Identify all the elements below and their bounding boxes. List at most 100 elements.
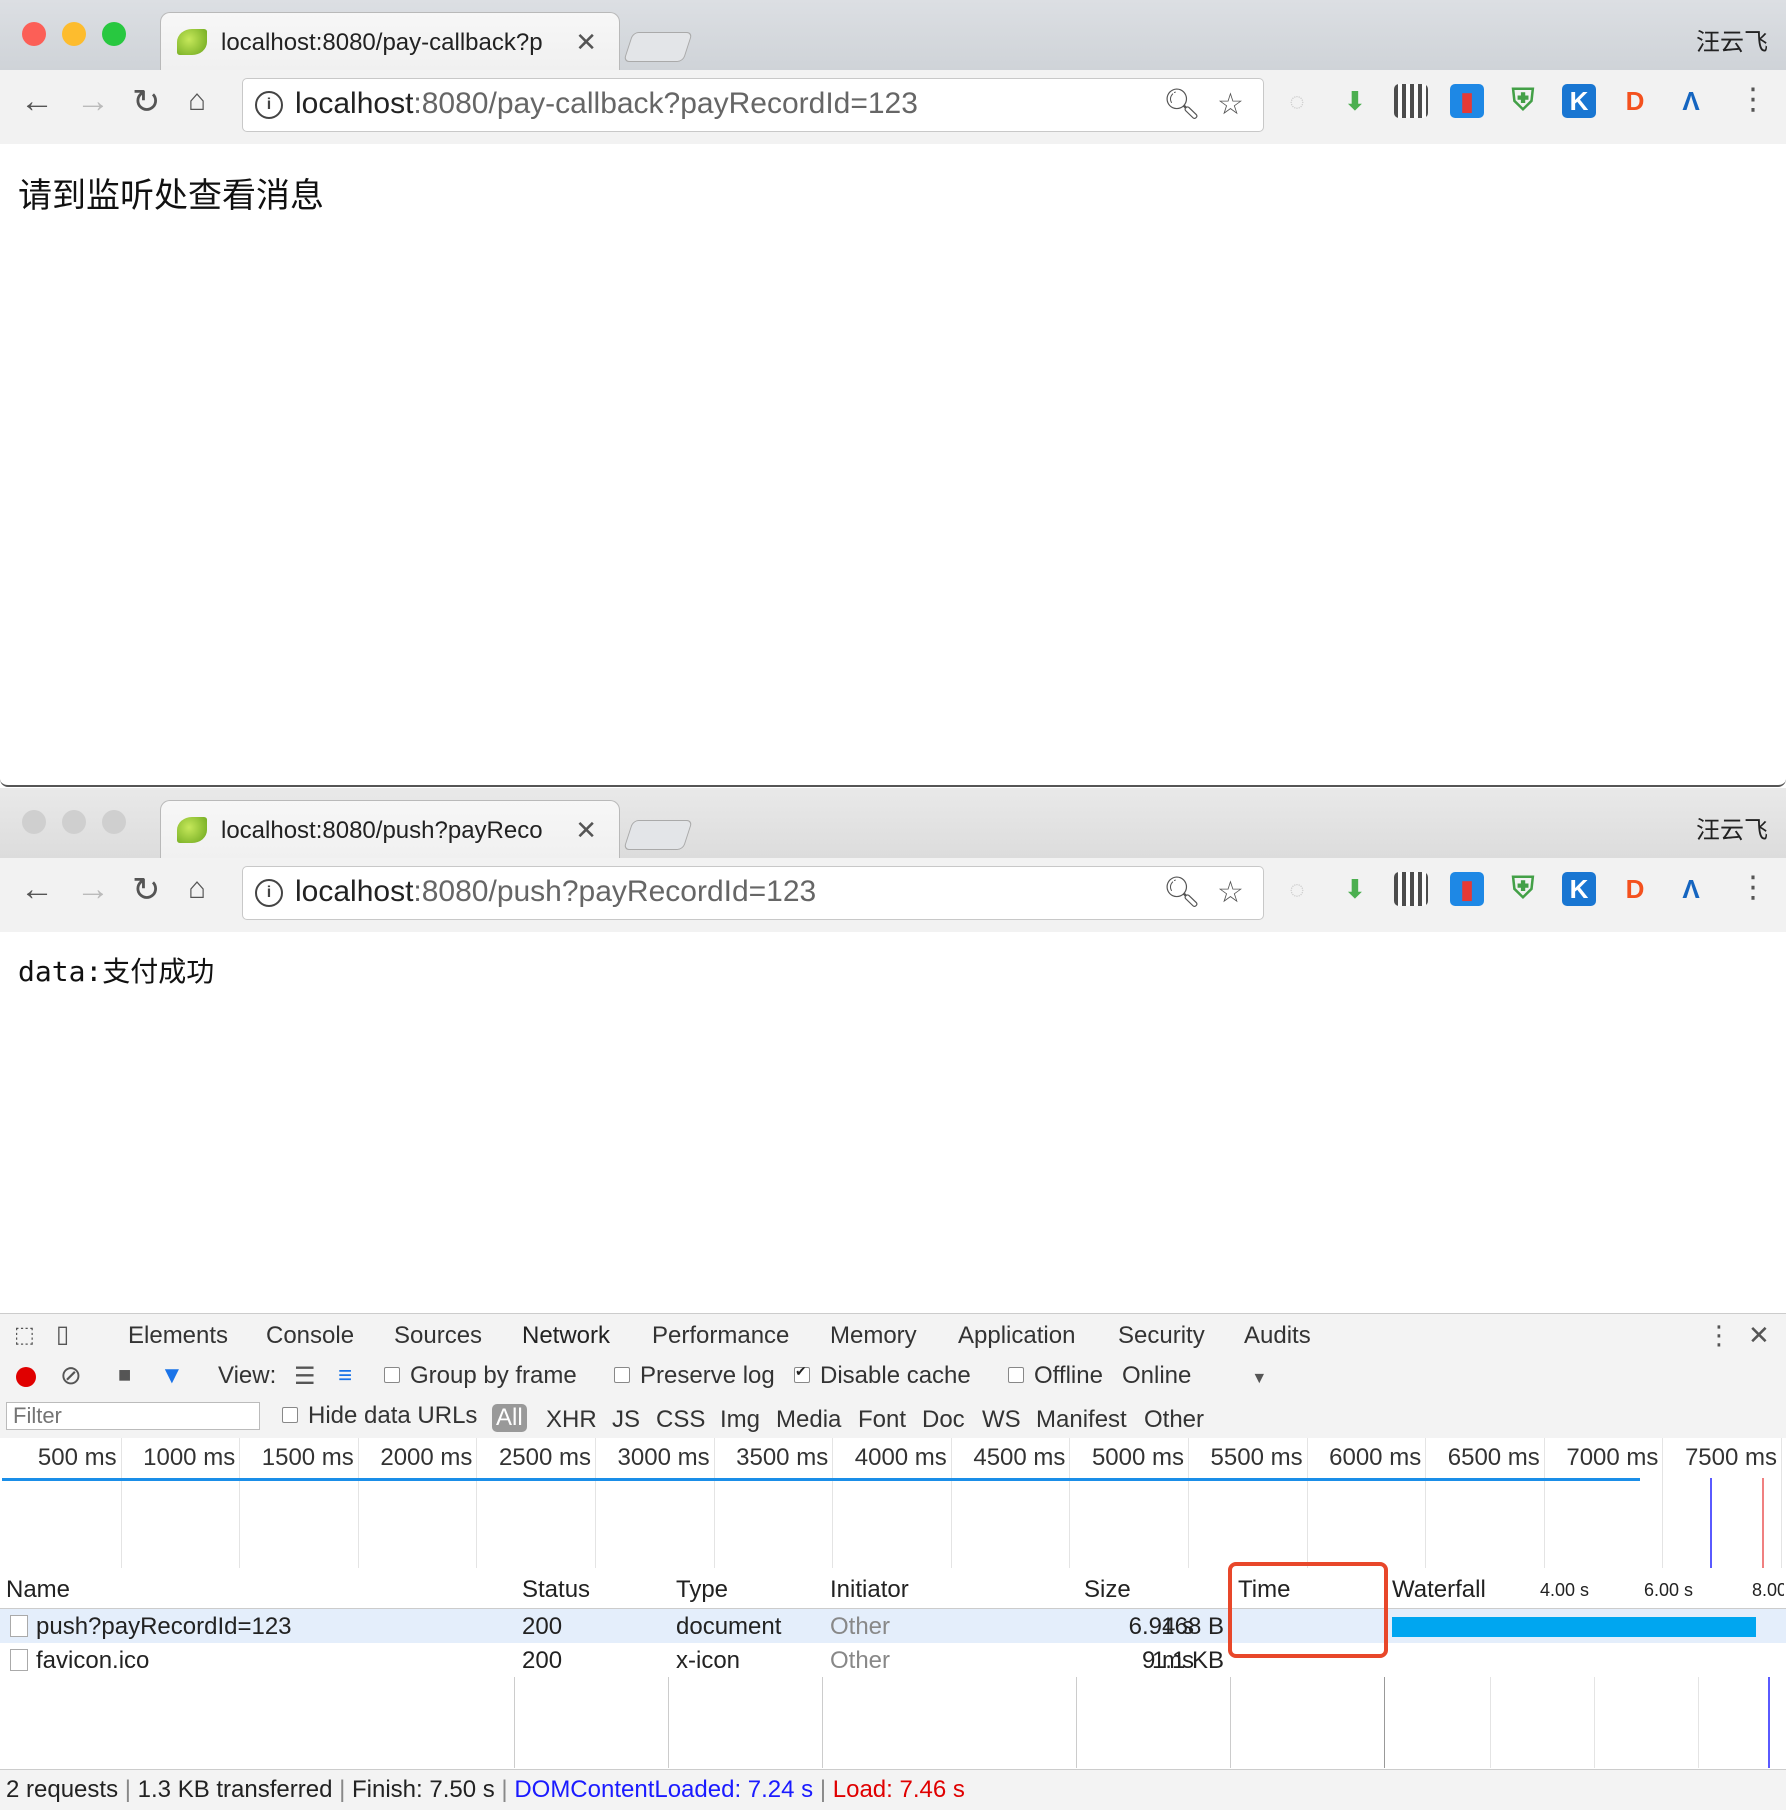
browser-tab[interactable]: localhost:8080/push?payReco ✕ (160, 800, 620, 859)
close-window-button[interactable] (22, 810, 46, 834)
column-size[interactable]: Size (1084, 1576, 1131, 1604)
tab-elements[interactable]: Elements (128, 1322, 228, 1350)
hide-data-urls-checkbox[interactable]: Hide data URLs (282, 1402, 477, 1430)
forward-icon[interactable]: → (76, 82, 110, 121)
reload-icon[interactable]: ↻ (132, 870, 161, 910)
d-extension-icon[interactable]: D (1618, 84, 1652, 118)
back-icon[interactable]: ← (20, 870, 54, 909)
group-by-frame-checkbox[interactable]: Group by frame (384, 1362, 577, 1390)
maximize-window-button[interactable] (102, 22, 126, 46)
close-tab-icon[interactable]: ✕ (575, 815, 597, 846)
minimize-window-button[interactable] (62, 810, 86, 834)
filter-type-all[interactable]: All (492, 1404, 527, 1432)
tab-security[interactable]: Security (1118, 1322, 1205, 1350)
extension-swirl-icon[interactable]: ◌ (1280, 872, 1314, 906)
disable-cache-checkbox[interactable]: Disable cache (794, 1362, 971, 1390)
menu-icon[interactable]: ⋮ (1738, 82, 1768, 117)
address-bar[interactable]: i localhost:8080/pay-callback?payRecordI… (242, 78, 1264, 132)
tab-network[interactable]: Network (504, 1322, 629, 1359)
device-toolbar-icon[interactable]: ▯ (56, 1320, 69, 1349)
extension-swirl-icon[interactable]: ◌ (1280, 84, 1314, 118)
capture-screenshots-icon[interactable]: ■ (118, 1362, 131, 1388)
url-text[interactable]: localhost:8080/push?payRecordId=123 (295, 875, 816, 909)
star-icon[interactable]: ☆ (1217, 875, 1244, 910)
filter-type-css[interactable]: CSS (656, 1406, 705, 1434)
star-icon[interactable]: ☆ (1217, 87, 1244, 122)
column-waterfall[interactable]: Waterfall (1392, 1576, 1486, 1604)
request-name[interactable]: push?payRecordId=123 (36, 1613, 292, 1641)
maximize-window-button[interactable] (102, 810, 126, 834)
home-icon[interactable]: ⌂ (188, 872, 206, 906)
info-icon[interactable]: i (255, 879, 283, 907)
new-tab-button[interactable] (623, 32, 693, 62)
filter-type-other[interactable]: Other (1144, 1406, 1204, 1434)
table-row[interactable]: push?payRecordId=123 200 document Other … (0, 1609, 1786, 1643)
tab-console[interactable]: Console (266, 1322, 354, 1350)
qr-code-icon[interactable] (1394, 872, 1428, 906)
zoom-icon[interactable]: 🔍︎ (1163, 87, 1201, 122)
shield-icon[interactable]: ⛨ (1506, 84, 1540, 118)
extension-help-icon[interactable]: ⬇ (1338, 84, 1372, 118)
checkbox[interactable] (384, 1366, 400, 1383)
column-status[interactable]: Status (522, 1576, 590, 1604)
close-tab-icon[interactable]: ✕ (575, 27, 597, 58)
tab-application[interactable]: Application (958, 1322, 1075, 1350)
inspect-element-icon[interactable]: ⬚ (14, 1322, 35, 1348)
filter-type-media[interactable]: Media (776, 1406, 841, 1434)
checkbox[interactable] (794, 1363, 810, 1383)
reload-icon[interactable]: ↻ (132, 82, 161, 122)
k-extension-icon[interactable]: K (1562, 84, 1596, 118)
list-view-icon[interactable]: ☰ (294, 1362, 316, 1391)
minimize-window-button[interactable] (62, 22, 86, 46)
filter-type-js[interactable]: JS (612, 1406, 640, 1434)
tab-performance[interactable]: Performance (652, 1322, 789, 1350)
profile-name[interactable]: 汪云飞 (1696, 22, 1768, 57)
filter-type-xhr[interactable]: XHR (546, 1406, 597, 1434)
d-extension-icon[interactable]: D (1618, 872, 1652, 906)
filter-type-ws[interactable]: WS (982, 1406, 1021, 1434)
column-name[interactable]: Name (6, 1576, 70, 1604)
filter-icon[interactable]: ▼ (160, 1362, 184, 1390)
overview-timeline[interactable]: 500 ms 1000 ms 1500 ms 2000 ms 2500 ms 3000 m… (0, 1438, 1786, 1569)
clear-icon[interactable]: ⊘ (60, 1360, 82, 1391)
checkbox[interactable] (282, 1406, 298, 1423)
overview-icon[interactable]: ≡ (338, 1362, 352, 1390)
column-initiator[interactable]: Initiator (830, 1576, 909, 1604)
devtools-menu-icon[interactable]: ⋮ (1706, 1320, 1732, 1351)
tab-memory[interactable]: Memory (830, 1322, 917, 1350)
filter-type-img[interactable]: Img (720, 1406, 760, 1434)
offline-checkbox[interactable]: Offline (1008, 1362, 1103, 1390)
home-icon[interactable]: ⌂ (188, 84, 206, 118)
preserve-log-checkbox[interactable]: Preserve log (614, 1362, 775, 1390)
filter-type-font[interactable]: Font (858, 1406, 906, 1434)
checkbox[interactable] (614, 1366, 630, 1383)
k-extension-icon[interactable]: K (1562, 872, 1596, 906)
forward-icon[interactable]: → (76, 870, 110, 909)
address-bar[interactable]: i localhost:8080/push?payRecordId=123 🔍︎… (242, 866, 1264, 920)
throttling-select[interactable]: Online ▼ (1122, 1362, 1267, 1390)
zoom-icon[interactable]: 🔍︎ (1163, 875, 1201, 910)
back-icon[interactable]: ← (20, 82, 54, 121)
new-tab-button[interactable] (623, 820, 693, 850)
table-row[interactable]: favicon.ico 200 x-icon Other 1.1 KB 9 ms (0, 1643, 1786, 1677)
record-icon[interactable] (16, 1367, 36, 1387)
qr-code-icon[interactable] (1394, 84, 1428, 118)
info-icon[interactable]: i (255, 91, 283, 119)
close-devtools-icon[interactable]: ✕ (1748, 1320, 1770, 1351)
profile-name[interactable]: 汪云飞 (1696, 810, 1768, 845)
bookmark-extension-icon[interactable]: ▮ (1450, 84, 1484, 118)
shield-icon[interactable]: ⛨ (1506, 872, 1540, 906)
extension-help-icon[interactable]: ⬇ (1338, 872, 1372, 906)
filter-type-manifest[interactable]: Manifest (1036, 1406, 1127, 1434)
tab-audits[interactable]: Audits (1244, 1322, 1311, 1350)
menu-icon[interactable]: ⋮ (1738, 870, 1768, 905)
bookmark-extension-icon[interactable]: ▮ (1450, 872, 1484, 906)
tab-sources[interactable]: Sources (394, 1322, 482, 1350)
lambda-extension-icon[interactable]: Λ (1674, 872, 1708, 906)
column-type[interactable]: Type (676, 1576, 728, 1604)
request-name[interactable]: favicon.ico (36, 1647, 149, 1675)
close-window-button[interactable] (22, 22, 46, 46)
filter-type-doc[interactable]: Doc (922, 1406, 965, 1434)
url-text[interactable]: localhost:8080/pay-callback?payRecordId=… (295, 87, 918, 121)
lambda-extension-icon[interactable]: Λ (1674, 84, 1708, 118)
